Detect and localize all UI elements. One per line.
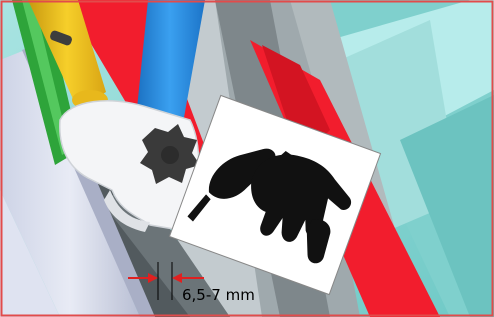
scene-drawing [0,0,494,317]
assembly-illustration: 6,5-7 mm [0,0,494,317]
dimension-label: 6,5-7 mm [182,286,255,304]
